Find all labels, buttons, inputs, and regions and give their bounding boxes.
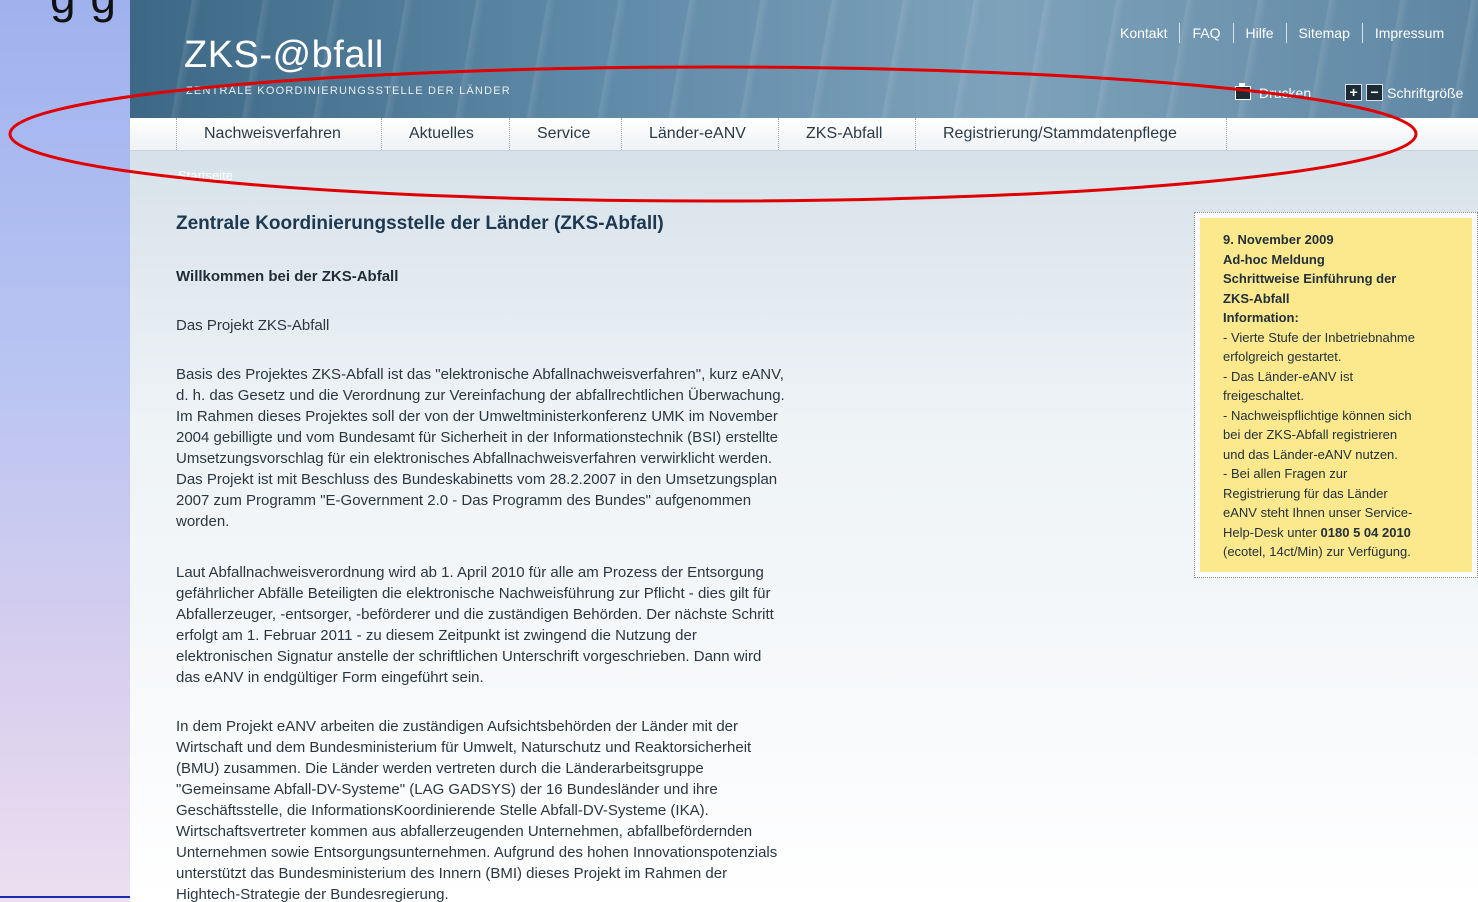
nav-item-nachweisverfahren[interactable]: Nachweisverfahren <box>176 118 368 150</box>
regulation-paragraph: Laut Abfallnachweisverordnung wird ab 1.… <box>176 564 774 686</box>
helpdesk-phone: 0180 5 04 2010 <box>1320 524 1411 540</box>
news-headline[interactable]: Ad-hoc Meldung <box>1223 250 1472 270</box>
font-increase-icon[interactable]: + <box>1345 84 1363 101</box>
project-heading: Das Projekt ZKS-Abfall <box>176 317 330 334</box>
divider <box>1285 23 1287 43</box>
nav-item-zks-abfall[interactable]: ZKS-Abfall <box>778 118 909 150</box>
divider <box>1361 23 1363 43</box>
divider <box>1179 23 1181 43</box>
top-links: Kontakt FAQ Hilfe Sitemap Impressum <box>1120 23 1444 43</box>
page-tools: Drucken + − Schriftgröße <box>1235 82 1464 101</box>
divider <box>1232 23 1234 43</box>
news-content: 9. November 2009 Ad-hoc Meldung Schrittw… <box>1200 218 1472 572</box>
page-title: Zentrale Koordinierungsstelle der Länder… <box>176 213 664 234</box>
nav-item-laender-eanv[interactable]: Länder-eANV <box>621 118 773 150</box>
welcome-heading: Willkommen bei der ZKS-Abfall <box>176 268 399 285</box>
print-link[interactable]: Drucken <box>1259 85 1311 101</box>
print-icon[interactable] <box>1235 82 1251 100</box>
font-size-label: Schriftgröße <box>1387 84 1464 101</box>
site-logo-subtitle: ZENTRALE KOORDINIERUNGSSTELLE DER LÄNDER <box>186 85 511 97</box>
partners-paragraph: In dem Projekt eANV arbeiten die zuständ… <box>176 718 778 902</box>
nav-divider <box>1226 118 1227 150</box>
link-faq[interactable]: FAQ <box>1192 25 1220 41</box>
link-hilfe[interactable]: Hilfe <box>1246 25 1274 41</box>
news-box: 9. November 2009 Ad-hoc Meldung Schrittw… <box>1194 212 1478 578</box>
nav-item-registrierung[interactable]: Registrierung/Stammdatenpflege <box>915 118 1204 150</box>
font-decrease-icon[interactable]: − <box>1366 84 1384 101</box>
main-navigation: Nachweisverfahren Aktuelles Service Länd… <box>130 118 1478 151</box>
link-kontakt[interactable]: Kontakt <box>1120 25 1167 41</box>
nav-item-service[interactable]: Service <box>509 118 617 150</box>
site-logo[interactable]: ZKS-@bfall <box>184 34 384 77</box>
link-sitemap[interactable]: Sitemap <box>1299 25 1350 41</box>
news-date: 9. November 2009 <box>1223 232 1334 247</box>
slide-title-fragment: g g <box>50 0 117 24</box>
slide-background <box>0 0 130 902</box>
intro-paragraph: Basis des Projektes ZKS-Abfall ist das "… <box>176 366 785 530</box>
website-screenshot: ZKS-@bfall ZENTRALE KOORDINIERUNGSSTELLE… <box>130 0 1478 902</box>
helpdesk-line: Help-Desk unter 0180 5 04 2010 <box>1223 524 1411 540</box>
breadcrumb[interactable]: Startseite <box>178 168 233 183</box>
nav-item-aktuelles[interactable]: Aktuelles <box>381 118 501 150</box>
slide-rule <box>0 896 130 898</box>
link-impressum[interactable]: Impressum <box>1375 25 1444 41</box>
